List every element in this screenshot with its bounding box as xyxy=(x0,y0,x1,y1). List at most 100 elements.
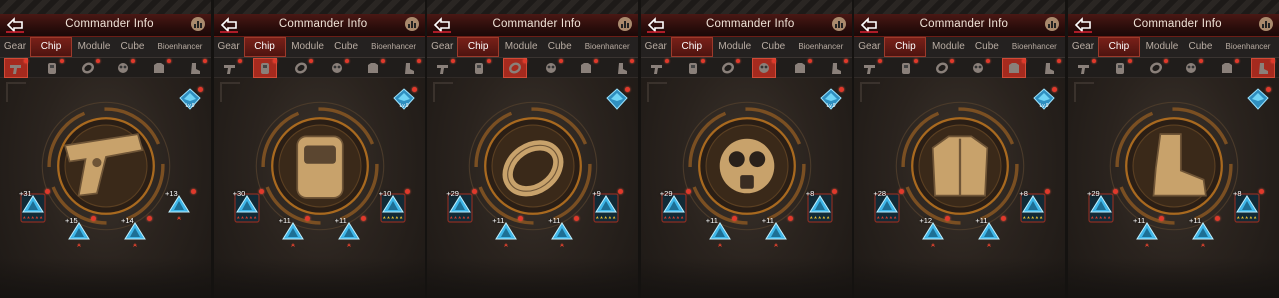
chip-slot[interactable]: +11 xyxy=(335,216,366,250)
equipment-slot[interactable] xyxy=(930,58,954,78)
stats-button[interactable] xyxy=(1258,17,1273,31)
tab-chip[interactable]: Chip xyxy=(884,37,927,57)
equipment-slot[interactable] xyxy=(40,58,64,78)
equipment-slot[interactable] xyxy=(361,58,385,78)
equipment-slot[interactable] xyxy=(147,58,172,78)
equipment-slot[interactable] xyxy=(253,58,278,78)
stats-button[interactable] xyxy=(404,17,419,31)
equipment-slot[interactable] xyxy=(502,58,527,78)
equipment-slot[interactable] xyxy=(76,58,100,78)
tab-chip[interactable]: Chip xyxy=(30,37,72,57)
tab-gear[interactable]: Gear xyxy=(214,37,244,57)
stats-button[interactable] xyxy=(191,17,205,31)
equipment-slot[interactable] xyxy=(966,58,990,78)
tab-bioenhancer[interactable]: Bioenhancer xyxy=(149,37,211,57)
equipment-slot[interactable] xyxy=(645,58,669,78)
equipment-slot[interactable] xyxy=(289,58,314,78)
back-button[interactable] xyxy=(858,16,880,34)
equipment-slot[interactable] xyxy=(858,58,883,78)
tab-module[interactable]: Module xyxy=(926,37,970,57)
tab-cube[interactable]: Cube xyxy=(543,37,576,57)
chip-slot[interactable]: +11 xyxy=(706,216,737,250)
tab-bioenhancer[interactable]: Bioenhancer xyxy=(790,37,852,57)
tab-gear[interactable]: Gear xyxy=(1068,37,1098,57)
tab-cube[interactable]: Cube xyxy=(116,37,149,57)
chip-slot[interactable]: +11 xyxy=(1189,216,1220,250)
stats-button[interactable] xyxy=(1045,17,1060,31)
tab-module[interactable]: Module xyxy=(72,37,116,57)
tab-gear[interactable]: Gear xyxy=(0,37,30,57)
tab-cube[interactable]: Cube xyxy=(330,37,363,57)
back-button[interactable] xyxy=(431,16,453,34)
equipment-display-ring[interactable] xyxy=(467,100,599,232)
chip-slot[interactable]: +12 xyxy=(919,216,951,250)
tab-cube[interactable]: Cube xyxy=(757,37,790,57)
equipment-display-ring[interactable] xyxy=(894,100,1026,232)
chip-slot[interactable]: +11 xyxy=(492,216,524,250)
equipment-slot[interactable] xyxy=(183,58,207,78)
level-badge[interactable]: Lv.9 xyxy=(1033,87,1058,110)
tab-chip[interactable]: Chip xyxy=(1097,37,1140,57)
equipment-slot[interactable] xyxy=(681,58,705,78)
equipment-display-ring[interactable] xyxy=(681,100,813,232)
tab-gear[interactable]: Gear xyxy=(854,37,884,57)
equipment-slot[interactable] xyxy=(1001,58,1026,78)
chip-slot[interactable]: +14 xyxy=(121,216,152,250)
tab-module[interactable]: Module xyxy=(1140,37,1184,57)
equipment-slot[interactable] xyxy=(1037,58,1062,78)
chip-slot[interactable]: +11 xyxy=(279,216,310,250)
chip-slot[interactable]: +11 xyxy=(548,216,580,250)
chip-slot[interactable]: +13 xyxy=(165,189,196,223)
chip-slot[interactable]: +29 xyxy=(1087,189,1118,223)
equipment-slot[interactable] xyxy=(716,58,741,78)
equipment-display-ring[interactable] xyxy=(1108,100,1240,232)
equipment-display-ring[interactable] xyxy=(40,100,172,232)
equipment-slot[interactable] xyxy=(111,58,136,78)
chip-slot[interactable]: +8 xyxy=(1019,189,1051,223)
level-badge[interactable]: Lv.9 xyxy=(179,87,203,110)
chip-slot[interactable]: +10 xyxy=(379,189,410,223)
chip-slot[interactable]: +30 xyxy=(233,189,264,223)
equipment-slot[interactable] xyxy=(431,58,456,78)
equipment-slot[interactable] xyxy=(218,58,242,78)
tab-chip[interactable]: Chip xyxy=(243,37,286,57)
chip-slot[interactable]: +9 xyxy=(592,189,624,223)
equipment-slot[interactable] xyxy=(397,58,421,78)
tab-gear[interactable]: Gear xyxy=(641,37,671,57)
equipment-slot[interactable] xyxy=(539,58,563,78)
tab-bioenhancer[interactable]: Bioenhancer xyxy=(1217,37,1279,57)
chip-slot[interactable]: +8 xyxy=(806,189,837,223)
chip-slot[interactable]: +8 xyxy=(1233,189,1264,223)
level-badge[interactable] xyxy=(606,87,631,110)
back-button[interactable] xyxy=(645,16,667,34)
chip-slot[interactable]: +29 xyxy=(660,189,691,223)
equipment-slot[interactable] xyxy=(1108,58,1132,78)
tab-module[interactable]: Module xyxy=(499,37,543,57)
chip-slot[interactable]: +29 xyxy=(446,189,478,223)
back-button[interactable] xyxy=(218,16,240,34)
tab-module[interactable]: Module xyxy=(286,37,330,57)
chip-slot[interactable]: +15 xyxy=(65,216,96,250)
equipment-slot[interactable] xyxy=(1215,58,1240,78)
equipment-slot[interactable] xyxy=(1072,58,1096,78)
tab-bioenhancer[interactable]: Bioenhancer xyxy=(576,37,638,57)
tab-bioenhancer[interactable]: Bioenhancer xyxy=(363,37,425,57)
tab-cube[interactable]: Cube xyxy=(1184,37,1217,57)
tab-gear[interactable]: Gear xyxy=(427,37,457,57)
equipment-slot[interactable] xyxy=(325,58,349,78)
level-badge[interactable]: Lv.9 xyxy=(392,87,417,110)
equipment-slot[interactable] xyxy=(574,58,599,78)
tab-bioenhancer[interactable]: Bioenhancer xyxy=(1003,37,1065,57)
equipment-slot[interactable] xyxy=(824,58,848,78)
equipment-slot[interactable] xyxy=(894,58,919,78)
level-badge[interactable] xyxy=(1247,87,1271,110)
equipment-slot[interactable] xyxy=(1179,58,1204,78)
chip-slot[interactable]: +11 xyxy=(1133,216,1164,250)
equipment-slot[interactable] xyxy=(4,58,28,78)
equipment-slot[interactable] xyxy=(467,58,491,78)
back-button[interactable] xyxy=(1072,16,1094,34)
equipment-slot[interactable] xyxy=(788,58,812,78)
tab-chip[interactable]: Chip xyxy=(670,37,713,57)
equipment-slot[interactable] xyxy=(1250,58,1275,78)
chip-slot[interactable]: +28 xyxy=(873,189,905,223)
